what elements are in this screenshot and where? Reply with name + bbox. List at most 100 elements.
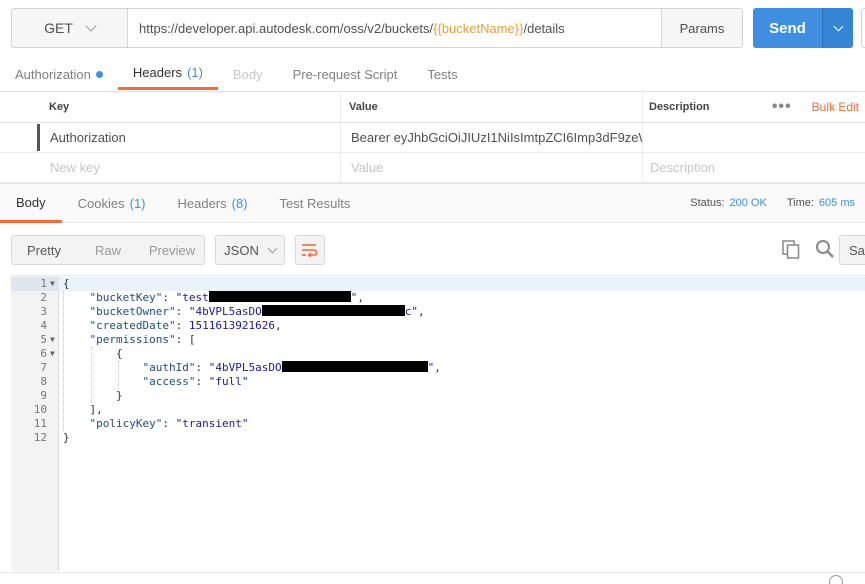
column-header-value: Value — [341, 92, 643, 122]
tab-label: Test Results — [279, 196, 351, 211]
line-number: 9 — [40, 389, 47, 402]
code-line: { — [63, 347, 123, 361]
json-string: ", — [427, 361, 441, 374]
url-suffix: /details — [523, 20, 565, 36]
format-label: JSON — [224, 242, 259, 258]
method-label: GET — [44, 20, 73, 36]
save-response-button[interactable]: Save — [839, 235, 865, 265]
line-number: 6 — [40, 347, 47, 360]
code-token: [ — [188, 333, 196, 346]
send-button[interactable]: Send — [753, 8, 853, 48]
fold-arrow-icon[interactable]: ▼ — [50, 277, 58, 291]
tab-response-body[interactable]: Body — [0, 184, 62, 223]
code-line: "bucketKey": "test ", — [89, 291, 364, 304]
tab-tests[interactable]: Tests — [412, 58, 472, 90]
json-key: "authId" — [142, 361, 196, 374]
view-mode-selector: Pretty Raw Preview — [11, 235, 205, 265]
circle-icon[interactable] — [829, 575, 843, 584]
code-token: { — [63, 277, 70, 290]
code-token: { — [115, 347, 123, 360]
code-line: "access": "full" — [142, 375, 249, 388]
tab-authorization[interactable]: Authorization — [0, 58, 118, 90]
copy-icon — [782, 239, 800, 259]
headers-table: Key Value Description ••• Bulk Edit Auth… — [0, 91, 865, 183]
request-tabs: Authorization Headers (1) Body Pre-reque… — [0, 58, 865, 90]
table-row-new: New key Value Description — [0, 153, 865, 183]
json-key: "bucketOwner" — [89, 305, 176, 318]
line-number: 11 — [33, 417, 47, 430]
code-line: } — [63, 389, 123, 403]
send-label: Send — [769, 19, 806, 37]
description-label: Description — [649, 101, 710, 113]
json-string: "4bVPL5asDO — [188, 305, 262, 318]
redaction-block — [208, 291, 351, 302]
table-actions: ••• Bulk Edit — [772, 98, 859, 116]
tab-label: Cookies — [77, 196, 125, 211]
send-dropdown[interactable] — [822, 8, 853, 48]
bulk-edit-button[interactable]: Bulk Edit — [812, 100, 859, 114]
response-body-viewer[interactable]: 1 2 3 4 5 6 7 8 9 10 11 12 ▼ ▼ ▼ { "buck… — [11, 275, 865, 571]
new-description-input[interactable]: Description — [643, 153, 865, 182]
method-select[interactable]: GET — [12, 9, 128, 47]
view-preview-button[interactable]: Preview — [140, 236, 204, 264]
tab-response-headers[interactable]: Headers (8) — [162, 184, 264, 223]
tab-label: Body — [232, 66, 263, 82]
json-string: "test — [175, 291, 209, 304]
tab-pre-request-script[interactable]: Pre-request Script — [278, 58, 413, 90]
format-select[interactable]: JSON — [215, 235, 285, 265]
search-button[interactable] — [814, 237, 836, 261]
response-toolbar: Pretty Raw Preview JSON — [11, 235, 325, 265]
table-row: Authorization Bearer eyJhbGciOiJIUzI1NiI… — [0, 123, 865, 153]
tab-count: (8) — [231, 196, 248, 211]
status-label: Status: — [690, 197, 725, 209]
json-key: "policyKey" — [89, 417, 163, 430]
tab-body[interactable]: Body — [218, 58, 278, 90]
line-number: 8 — [40, 375, 47, 388]
code-line: "bucketOwner": "4bVPL5asDO c", — [89, 305, 425, 318]
code-line: "createdDate": 1511613921626, — [89, 319, 282, 332]
header-value-input[interactable]: Bearer eyJhbGciOiJIUzI1NiIsImtpZCI6Imp3d… — [341, 123, 643, 152]
code-line: } — [63, 431, 70, 445]
params-button[interactable]: Params — [661, 9, 742, 47]
fold-arrow-icon[interactable]: ▼ — [50, 333, 58, 347]
wrap-lines-button[interactable] — [295, 235, 325, 265]
response-tabs: Body Cookies (1) Headers (8) Test Result… — [0, 183, 865, 223]
chevron-down-icon — [833, 21, 843, 31]
header-key-input[interactable]: Authorization — [40, 123, 341, 152]
code-token: ], — [89, 403, 103, 416]
tab-label: Headers — [177, 196, 227, 211]
tab-count: (1) — [187, 65, 203, 80]
response-status: Status: 200 OK Time: 605 ms — [690, 197, 855, 209]
code-line: { — [63, 277, 70, 291]
new-value-input[interactable]: Value — [341, 153, 643, 182]
copy-button[interactable] — [780, 237, 802, 261]
code-line: ], — [63, 403, 103, 417]
url-input[interactable]: https://developer.api.autodesk.com/oss/v… — [128, 9, 661, 47]
header-description-input[interactable] — [643, 123, 865, 152]
tab-headers[interactable]: Headers (1) — [117, 58, 218, 90]
line-number: 3 — [40, 305, 47, 318]
json-string: c", — [404, 305, 425, 318]
fold-arrow-icon[interactable]: ▼ — [50, 347, 58, 361]
tab-test-results[interactable]: Test Results — [264, 184, 367, 223]
view-raw-button[interactable]: Raw — [76, 236, 140, 264]
code-line: "permissions": [ — [89, 333, 196, 346]
tab-cookies[interactable]: Cookies (1) — [62, 184, 162, 223]
chevron-down-icon — [267, 243, 278, 253]
json-key: "createdDate" — [89, 319, 176, 332]
code-token: } — [115, 389, 123, 402]
tab-label: Authorization — [15, 66, 91, 82]
more-options-icon[interactable]: ••• — [772, 98, 792, 116]
line-number: 12 — [33, 431, 47, 444]
row-checkbox[interactable] — [0, 123, 40, 152]
time-info: Time: 605 ms — [787, 197, 855, 209]
new-key-input[interactable]: New key — [40, 153, 341, 182]
tab-label: Headers — [132, 65, 183, 80]
row-gutter — [0, 92, 40, 122]
column-header-description: Description ••• Bulk Edit — [643, 92, 865, 122]
status-bar — [0, 572, 865, 584]
view-pretty-button[interactable]: Pretty — [12, 236, 76, 264]
json-key: "permissions" — [89, 333, 176, 346]
status-info: Status: 200 OK — [690, 197, 767, 209]
active-line-highlight — [59, 277, 865, 291]
